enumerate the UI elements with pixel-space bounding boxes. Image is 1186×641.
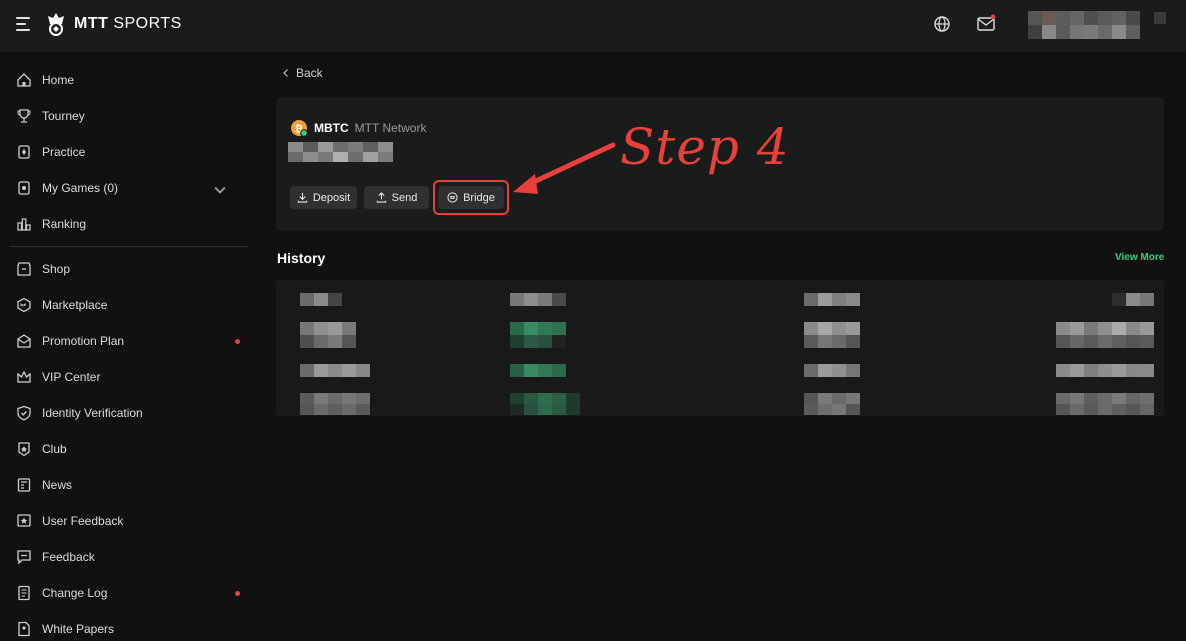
globe-icon[interactable]: [932, 14, 952, 34]
sidebar-item-label: Promotion Plan: [42, 334, 125, 348]
sidebar-item-white-papers[interactable]: White Papers: [16, 617, 246, 641]
upload-icon: [376, 192, 386, 203]
redacted-cell: [510, 293, 566, 306]
sidebar-item-label: Tourney: [42, 109, 85, 123]
promotion-icon: [17, 334, 31, 348]
redacted-cell: [1056, 322, 1154, 348]
balance-redacted: [288, 142, 393, 162]
chevron-left-icon: [283, 69, 288, 77]
asset-symbol: MBTC: [314, 121, 349, 135]
sidebar-item-promotion-plan[interactable]: Promotion Plan: [16, 329, 246, 353]
news-icon: [17, 478, 31, 492]
ranking-icon: [17, 218, 31, 231]
redacted-block: [1154, 12, 1166, 24]
shop-icon: [17, 262, 31, 276]
send-button[interactable]: Send: [364, 186, 429, 209]
annotation-arrow-icon: [513, 142, 616, 194]
sidebar-divider: [10, 246, 248, 247]
download-icon: [297, 192, 308, 203]
asset-header: ₿ MBTC MTT Network: [290, 119, 426, 137]
sidebar-item-label: Ranking: [42, 217, 87, 231]
menu-icon[interactable]: [16, 17, 32, 31]
sidebar-item-club[interactable]: Club: [16, 437, 246, 461]
brand-name: MTT: [74, 15, 109, 32]
top-bar: MTT SPORTS: [0, 0, 1186, 52]
annotation-highlight-box: [433, 180, 509, 215]
shield-icon: [17, 405, 31, 421]
notification-dot: [235, 591, 240, 596]
deposit-label: Deposit: [312, 191, 351, 204]
nft-icon: [17, 297, 31, 313]
redacted-cell: [804, 293, 860, 306]
send-label: Send: [391, 191, 418, 204]
redacted-cell: [300, 393, 370, 415]
sidebar-item-tourney[interactable]: Tourney: [16, 104, 246, 128]
sidebar-item-ranking[interactable]: Ranking: [16, 212, 246, 236]
redacted-cell: [510, 322, 566, 348]
back-label: Back: [296, 66, 323, 80]
account-info-redacted[interactable]: [1028, 11, 1140, 39]
crown-icon: [17, 370, 31, 383]
paper-icon: [18, 621, 30, 637]
mail-icon[interactable]: [976, 14, 996, 34]
sidebar-item-marketplace[interactable]: Marketplace: [16, 293, 246, 317]
sidebar-item-label: Practice: [42, 145, 86, 159]
sidebar-item-label: Feedback: [42, 550, 95, 564]
sidebar-item-label: Change Log: [42, 586, 108, 600]
redacted-cell: [510, 364, 566, 377]
sidebar-item-vip-center[interactable]: VIP Center: [16, 365, 246, 389]
sidebar-item-label: Club: [42, 442, 67, 456]
view-more-link[interactable]: View More: [1115, 252, 1164, 263]
redacted-cell: [804, 322, 860, 348]
sidebar-item-label: News: [42, 478, 73, 492]
sidebar-item-label: Identity Verification: [42, 406, 143, 420]
annotation-step-label: Step 4: [620, 118, 790, 176]
sidebar-item-my-games[interactable]: My Games (0): [16, 176, 246, 200]
sidebar-item-shop[interactable]: Shop: [16, 257, 246, 281]
sidebar-item-label: Marketplace: [42, 298, 108, 312]
brand-name-suffix: SPORTS: [113, 15, 182, 32]
sidebar-item-user-feedback[interactable]: User Feedback: [16, 509, 246, 533]
asset-network: MTT Network: [354, 121, 427, 135]
trophy-icon: [17, 109, 31, 123]
redacted-cell: [1056, 393, 1154, 415]
chevron-down-icon[interactable]: [212, 182, 228, 198]
feedback-icon: [17, 550, 31, 565]
sidebar-item-label: My Games (0): [42, 181, 119, 195]
redacted-cell: [804, 364, 860, 377]
sidebar-item-label: Home: [42, 73, 75, 87]
sidebar-item-home[interactable]: Home: [16, 68, 246, 92]
redacted-cell: [300, 293, 342, 306]
redacted-cell: [804, 393, 860, 415]
sidebar-item-label: User Feedback: [42, 514, 124, 528]
redacted-cell: [510, 393, 580, 415]
bitcoin-coin-icon: ₿: [291, 120, 308, 137]
sidebar-item-practice[interactable]: Practice: [16, 140, 246, 164]
sidebar-item-feedback[interactable]: Feedback: [16, 545, 246, 569]
games-icon: [18, 181, 30, 195]
star-icon: [17, 514, 31, 527]
crown-logo-icon: [48, 13, 64, 36]
home-icon: [17, 73, 31, 87]
history-title: History: [277, 250, 326, 266]
sidebar-item-label: White Papers: [42, 622, 115, 636]
deposit-button[interactable]: Deposit: [290, 186, 357, 209]
redacted-cell: [1056, 364, 1154, 377]
sidebar-item-change-log[interactable]: Change Log: [16, 581, 246, 605]
sidebar: Home Tourney Practice My Games (0) Ranki…: [0, 52, 256, 637]
sidebar-item-label: Shop: [42, 262, 71, 276]
changelog-icon: [18, 585, 30, 601]
back-button[interactable]: Back: [282, 66, 323, 80]
redacted-cell: [300, 364, 370, 377]
sidebar-item-news[interactable]: News: [16, 473, 246, 497]
sidebar-item-identity-verification[interactable]: Identity Verification: [16, 401, 246, 425]
redacted-cell: [300, 322, 356, 348]
history-table-redacted: [276, 280, 1164, 416]
brand-logo[interactable]: MTT SPORTS: [44, 11, 182, 37]
cards-icon: [18, 145, 30, 159]
sidebar-item-label: VIP Center: [42, 370, 101, 384]
club-icon: [18, 442, 30, 457]
notification-dot: [235, 339, 240, 344]
redacted-cell: [1112, 293, 1154, 306]
